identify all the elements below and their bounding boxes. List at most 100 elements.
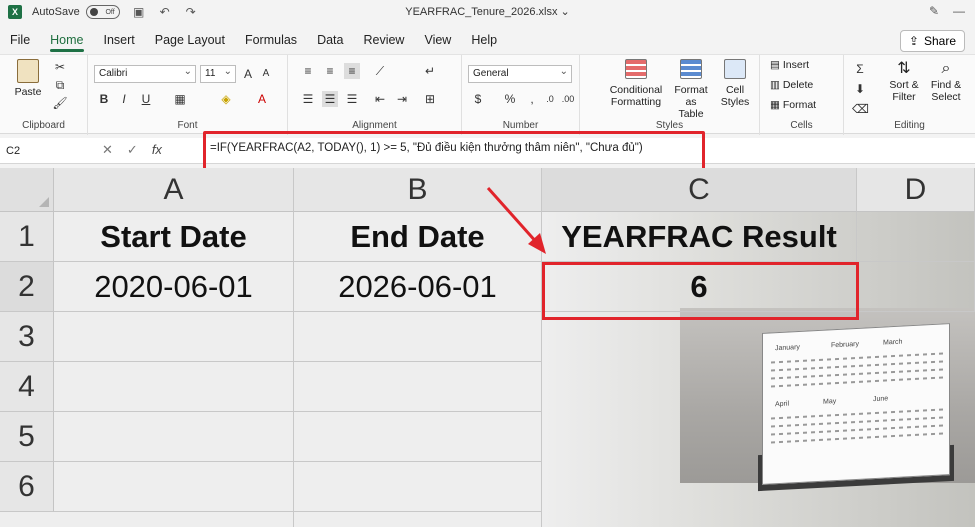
cell-b4[interactable] [294,362,542,412]
underline-icon[interactable]: U [138,91,154,107]
select-all-corner[interactable] [0,168,54,212]
comma-icon[interactable]: , [524,91,540,107]
column-header-d[interactable]: D [857,168,975,212]
save-icon[interactable]: ▣ [132,5,146,19]
decrease-decimal-icon[interactable]: .00 [560,91,576,107]
row-header-3[interactable]: 3 [0,312,54,362]
row-header-1[interactable]: 1 [0,212,54,262]
sort-filter-button[interactable]: ⇅ Sort & Filter [884,59,924,103]
name-box[interactable]: C2 [4,141,96,161]
row-header-2[interactable]: 2 [0,262,54,312]
tab-home[interactable]: Home [40,28,93,52]
row-header-5[interactable]: 5 [0,412,54,462]
cell-b5[interactable] [294,412,542,462]
enter-icon[interactable]: ✓ [127,142,138,158]
format-painter-icon[interactable]: 🖌 [52,95,68,111]
align-top-icon[interactable]: ≡ [300,63,316,79]
fill-icon[interactable]: ⬇ [852,81,868,97]
font-size-select[interactable]: 11 [200,64,236,83]
increase-indent-icon[interactable]: ⇥ [394,91,410,107]
borders-icon[interactable]: ▦ [172,91,188,107]
cell-a7[interactable] [54,512,294,527]
autosave-toggle[interactable]: Off [85,5,120,19]
tab-data[interactable]: Data [307,28,353,52]
column-header-c[interactable]: C [542,168,857,212]
align-center-icon[interactable]: ☰ [322,91,338,107]
format-as-table-icon [680,59,702,79]
italic-icon[interactable]: I [116,91,132,107]
tab-view[interactable]: View [414,28,461,52]
cell-a5[interactable] [54,412,294,462]
align-right-icon[interactable]: ☰ [344,91,360,107]
cell-b7[interactable] [294,512,542,527]
font-name-select[interactable]: Calibri [94,64,196,83]
orientation-icon[interactable]: ⟋ [372,63,388,79]
cells-group: ▤ Insert ▥ Delete ▦ Format Cells [760,55,844,135]
tab-insert[interactable]: Insert [94,28,145,52]
cell-a4[interactable] [54,362,294,412]
cell-d1[interactable] [857,212,975,262]
decrease-font-icon[interactable]: A [258,66,274,82]
cell-d2[interactable] [857,262,975,312]
bold-icon[interactable]: B [96,91,112,107]
wrap-text-icon[interactable]: ↵ [422,63,438,79]
cell-a3[interactable] [54,312,294,362]
cancel-icon[interactable]: ✕ [102,142,113,158]
cell-a2[interactable]: 2020-06-01 [54,262,294,312]
cell-a1[interactable]: Start Date [54,212,294,262]
delete-cells-button[interactable]: ▥ Delete [770,79,813,91]
font-color-icon[interactable]: A [254,91,270,107]
column-header-a[interactable]: A [54,168,294,212]
find-select-button[interactable]: ⌕ Find & Select [926,59,966,103]
cell-b6[interactable] [294,462,542,512]
clear-icon[interactable]: ⌫ [852,101,869,117]
cell-styles-icon [724,59,746,79]
tab-help[interactable]: Help [461,28,507,52]
share-button[interactable]: ⇪ Share [899,30,965,52]
row-header-4[interactable]: 4 [0,362,54,412]
fill-color-icon[interactable]: ◈ [218,91,234,107]
paste-button[interactable]: Paste [12,59,44,98]
styles-label: Styles [655,120,684,131]
fx-icon[interactable]: fx [152,142,162,158]
number-group: General $ % , .0 .00 Number [462,55,580,135]
decrease-indent-icon[interactable]: ⇤ [372,91,388,107]
tab-formulas[interactable]: Formulas [235,28,307,52]
undo-icon[interactable]: ↶ [158,5,172,19]
merge-center-icon[interactable]: ⊞ [422,91,438,107]
minimize-icon[interactable]: — [953,4,965,18]
result-highlight-box [542,262,859,320]
cell-a6[interactable] [54,462,294,512]
cell-b3[interactable] [294,312,542,362]
number-format-select[interactable]: General [468,64,572,83]
pen-icon[interactable]: ✎ [929,4,939,18]
format-table-label-2: Table [678,108,704,120]
tab-review[interactable]: Review [353,28,414,52]
insert-cells-button[interactable]: ▤ Insert [770,59,809,71]
increase-font-icon[interactable]: A [240,66,256,82]
align-bottom-icon[interactable]: ≡ [344,63,360,79]
copy-icon[interactable]: ⧉ [52,77,68,93]
cut-icon[interactable]: ✂ [52,59,68,75]
cell-styles-button[interactable]: Cell Styles [716,59,754,108]
tab-page-layout[interactable]: Page Layout [145,28,235,52]
format-as-table-button[interactable]: Format as Table [668,59,714,120]
redo-icon[interactable]: ↷ [184,5,198,19]
styles-group: Conditional Formatting Format as Table C… [580,55,760,135]
delete-cells-icon: ▥ [770,79,780,91]
cell-b2[interactable]: 2026-06-01 [294,262,542,312]
tab-file[interactable]: File [0,28,40,52]
row-header-6[interactable]: 6 [0,462,54,512]
cells-label: Cells [790,120,813,131]
increase-decimal-icon[interactable]: .0 [542,91,558,107]
autosum-icon[interactable]: Σ [852,61,868,77]
align-middle-icon[interactable]: ≡ [322,63,338,79]
conditional-formatting-button[interactable]: Conditional Formatting [606,59,666,108]
calendar-month-label: April [775,400,790,409]
format-cells-button[interactable]: ▦ Format [770,99,816,111]
delete-cells-label: Delete [782,79,814,91]
align-left-icon[interactable]: ☰ [300,91,316,107]
cell-c1[interactable]: YEARFRAC Result [542,212,857,262]
currency-icon[interactable]: $ [470,91,486,107]
percent-icon[interactable]: % [502,91,518,107]
